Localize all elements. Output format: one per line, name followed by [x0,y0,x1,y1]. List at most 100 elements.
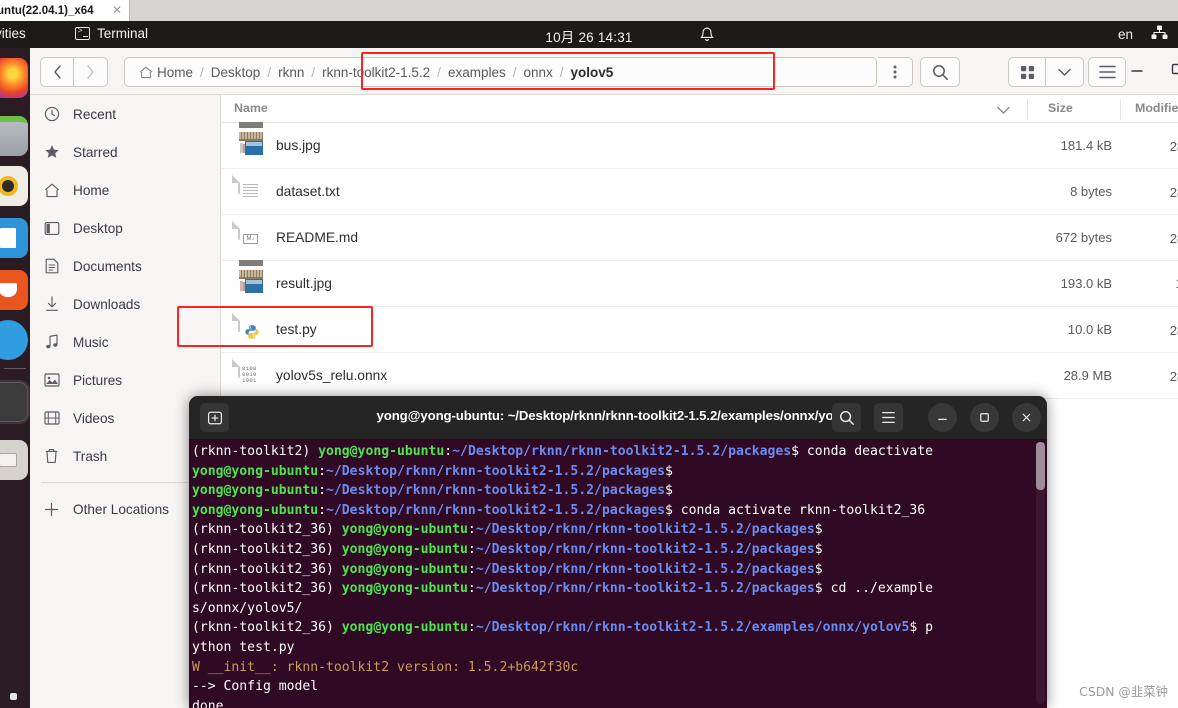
terminal-menu-button[interactable] [874,403,903,432]
vm-tab-strip: buntu(22.04.1)_x64 ✕ [0,0,1178,21]
file-size: 672 bytes [1055,230,1112,245]
close-icon[interactable]: ✕ [112,4,122,16]
system-status-area[interactable]: en [1118,25,1168,43]
sidebar-item-label: Recent [73,106,117,122]
breadcrumb-item-examples[interactable]: examples [442,65,512,80]
clock[interactable]: 10月 26 14:31 [0,26,1178,46]
vm-tab-label: buntu(22.04.1)_x64 [0,4,94,17]
column-header-size[interactable]: Size [1048,101,1073,115]
terminal-search-button[interactable] [832,403,861,432]
sort-chevron-icon[interactable] [997,102,1010,120]
terminal-maximize-button[interactable] [970,403,999,432]
terminal-line: --> Config model [192,679,319,695]
sidebar-item-label: Videos [73,410,115,426]
table-row[interactable]: M↓ README.md 672 bytes 28 8月 [222,215,1178,261]
kebab-menu-icon[interactable] [878,57,913,87]
text-file-icon [236,174,266,208]
dock-item-rhythmbox[interactable] [0,166,28,206]
star-icon [43,144,60,161]
breadcrumb-item-onnx[interactable]: onnx [517,65,558,80]
view-dropdown-button[interactable] [1046,57,1084,87]
terminal-line: ython test.py [192,639,295,655]
dock-show-apps-indicator[interactable] [10,693,17,700]
download-icon [43,296,60,313]
sidebar-item-recent[interactable]: Recent [30,95,220,133]
sidebar-item-desktop[interactable]: Desktop [30,209,220,247]
sidebar-item-starred[interactable]: Starred [30,133,220,171]
terminal-output[interactable]: (rknn-toolkit2) yong@yong-ubuntu:~/Deskt… [189,439,1047,708]
forward-button[interactable] [74,57,108,87]
sidebar-item-documents[interactable]: Documents [30,247,220,285]
search-icon [839,410,854,425]
breadcrumb-label: yolov5 [570,64,614,80]
column-divider [1120,99,1121,120]
file-modified: 28 8月 [1169,323,1178,338]
breadcrumb[interactable]: Home / Desktop / rknn / rknn-toolkit2-1.… [124,57,877,87]
dock-item-help[interactable] [0,320,28,360]
home-icon [43,182,60,199]
dock-divider [4,368,26,369]
file-name: dataset.txt [276,184,340,199]
dock-item-files[interactable] [0,440,28,480]
terminal-window: yong@yong-ubuntu: ~/Desktop/rknn/rknn-to… [189,396,1047,708]
terminal-line: (rknn-toolkit2) yong@yong-ubuntu:~/Deskt… [192,444,934,459]
network-icon[interactable] [1151,25,1168,43]
breadcrumb-item-desktop[interactable]: Desktop [205,65,267,80]
dock-item-terminal[interactable] [0,382,28,422]
breadcrumb-item-rknn-toolkit2[interactable]: rknn-toolkit2-1.5.2 [316,65,436,80]
search-icon [932,64,948,80]
chevron-down-icon [1058,68,1071,76]
sidebar-item-label: Home [73,182,110,198]
terminal-line: (rknn-toolkit2_36) yong@yong-ubuntu:~/De… [192,620,934,636]
window-minimize-button[interactable] [1130,62,1144,81]
bell-icon[interactable] [699,26,715,47]
breadcrumb-item-rknn[interactable]: rknn [272,65,310,80]
dock-item-firefox[interactable] [0,58,28,98]
table-row[interactable]: test.py 10.0 kB 28 8月 [222,307,1178,353]
video-icon [43,410,60,427]
file-name: result.jpg [276,276,332,291]
image-thumbnail [236,259,266,300]
terminal-scrollbar[interactable] [1036,442,1045,704]
binary-file-icon: 0100 0010 1001 [236,358,266,392]
keyboard-language-indicator[interactable]: en [1118,27,1133,42]
terminal-line: (rknn-toolkit2_36) yong@yong-ubuntu:~/De… [192,581,934,597]
sidebar-item-pictures[interactable]: Pictures [30,361,220,399]
column-header-name[interactable]: Name [234,101,268,115]
sidebar-item-label: Music [73,334,109,350]
terminal-minimize-button[interactable] [928,403,957,432]
column-divider [1027,99,1028,120]
table-row[interactable]: 0100 0010 1001 yolov5s_relu.onnx 28.9 MB 2… [222,353,1178,399]
terminal-line: s/onnx/yolov5/ [192,600,303,616]
search-button[interactable] [920,57,960,87]
table-row[interactable]: dataset.txt 8 bytes 28 8月 [222,169,1178,215]
python-file-icon [236,312,266,346]
dock-item-ubuntu-software[interactable] [0,270,28,310]
sidebar-item-label: Downloads [73,296,141,312]
table-row[interactable]: bus.jpg 181.4 kB 28 8月 [222,121,1178,169]
sidebar-item-downloads[interactable]: Downloads [30,285,220,323]
table-row[interactable]: result.jpg 193.0 kB 14:28 [222,259,1178,307]
sidebar-item-home[interactable]: Home [30,171,220,209]
back-button[interactable] [40,57,74,87]
terminal-line: (rknn-toolkit2_36) yong@yong-ubuntu:~/De… [192,541,823,557]
file-name: yolov5s_relu.onnx [276,368,388,383]
main-menu-button[interactable] [1088,57,1126,87]
breadcrumb-item-yolov5[interactable]: yolov5 [565,65,620,80]
vm-tab[interactable]: buntu(22.04.1)_x64 ✕ [0,0,130,21]
sidebar-item-music[interactable]: Music [30,323,220,361]
breadcrumb-label: examples [447,64,506,80]
dock-item-libreoffice-writer[interactable] [0,218,28,258]
grid-view-button[interactable] [1008,57,1046,87]
breadcrumb-item-home[interactable]: Home [133,65,199,80]
terminal-scrollbar-thumb[interactable] [1036,442,1045,490]
column-header-modified[interactable]: Modified [1135,101,1178,115]
terminal-line: yong@yong-ubuntu:~/Desktop/rknn/rknn-too… [192,463,673,479]
window-maximize-button[interactable] [1170,62,1178,81]
file-modified: 28 8月 [1169,369,1178,384]
file-modified: 28 8月 [1169,185,1178,200]
terminal-close-button[interactable] [1012,403,1041,432]
dock-item-thunderbird[interactable] [0,116,28,156]
breadcrumb-label: onnx [523,64,553,80]
file-modified: 28 8月 [1169,139,1178,154]
